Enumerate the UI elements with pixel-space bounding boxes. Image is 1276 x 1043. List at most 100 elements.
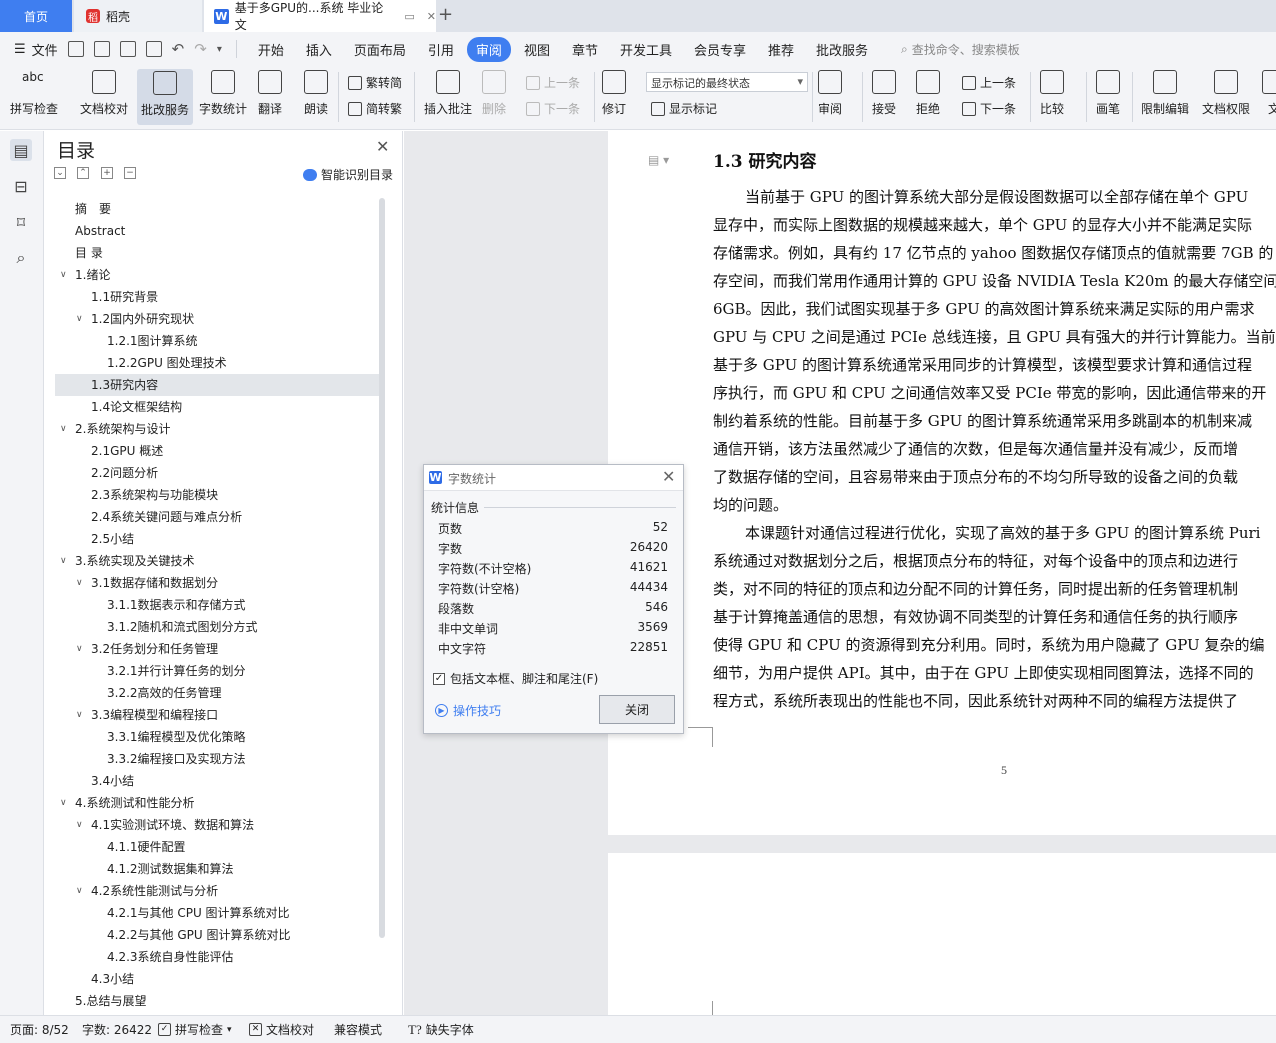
menu-tab-0[interactable]: 开始: [249, 37, 293, 62]
tab-document[interactable]: W 基于多GPU的...系统 毕业论文 ▭ ✕: [204, 0, 436, 32]
print-icon[interactable]: [119, 41, 136, 57]
save-icon[interactable]: [67, 41, 84, 57]
toc-item[interactable]: 3.2.2高效的任务管理: [55, 682, 379, 704]
toc-item[interactable]: 1.3研究内容: [55, 374, 379, 396]
toc-expand-caret-icon[interactable]: ∨: [60, 264, 67, 286]
doc-outline-icon[interactable]: ▤ ▾: [648, 153, 669, 167]
accept-button[interactable]: 接受: [872, 70, 896, 117]
toc-item[interactable]: 3.4小结: [55, 770, 379, 792]
toc-close-icon[interactable]: ✕: [376, 137, 389, 156]
toc-item[interactable]: 4.2.3系统自身性能评估: [55, 946, 379, 968]
track-changes-button[interactable]: 修订: [602, 70, 626, 117]
toc-expand-caret-icon[interactable]: ∨: [60, 550, 67, 572]
export-pdf-icon[interactable]: [93, 41, 110, 57]
toc-item[interactable]: ∨ 3.3编程模型和编程接口: [55, 704, 379, 726]
toc-expand-caret-icon[interactable]: ∨: [76, 638, 83, 660]
menu-tab-6[interactable]: 章节: [563, 37, 607, 62]
compare-button[interactable]: 比较: [1040, 70, 1064, 117]
dialog-close-icon[interactable]: ✕: [662, 467, 675, 486]
bookmark-icon[interactable]: ⌑: [10, 211, 32, 233]
toc-item[interactable]: 3.2.1并行计算任务的划分: [55, 660, 379, 682]
toc-item[interactable]: 1.2.2GPU 图处理技术: [55, 352, 379, 374]
delete-comment-button[interactable]: 删除: [482, 70, 506, 117]
close-button[interactable]: 关闭: [599, 695, 675, 724]
toc-item[interactable]: 4.3小结: [55, 968, 379, 990]
toc-item[interactable]: ∨ 3.1数据存储和数据划分: [55, 572, 379, 594]
toc-item[interactable]: ∨ 4.1实验测试环境、数据和算法: [55, 814, 379, 836]
tab-close-icon[interactable]: ✕: [427, 10, 436, 23]
doc-more-button[interactable]: 文: [1262, 70, 1276, 117]
insert-comment-button[interactable]: 插入批注: [424, 70, 472, 117]
smart-toc-button[interactable]: 智能识别目录: [303, 166, 393, 183]
next-change-button[interactable]: 下一条: [962, 100, 1016, 117]
status-doc-proof[interactable]: ✕ 文档校对: [249, 1021, 314, 1038]
toc-expand-caret-icon[interactable]: ∨: [76, 814, 83, 836]
menu-tab-2[interactable]: 页面布局: [345, 37, 415, 62]
prev-change-button[interactable]: 上一条: [962, 74, 1016, 91]
pen-button[interactable]: 画笔: [1096, 70, 1120, 117]
toc-item[interactable]: 5.总结与展望: [55, 990, 379, 1012]
menu-tab-9[interactable]: 推荐: [759, 37, 803, 62]
file-menu[interactable]: ☰ 文件: [14, 40, 58, 59]
toc-expand-caret-icon[interactable]: ∨: [76, 880, 83, 902]
toc-item[interactable]: 3.1.2随机和流式图划分方式: [55, 616, 379, 638]
document-page[interactable]: ▤ ▾ 1.3 研究内容 当前基于 GPU 的图计算系统大部分是假设图数据可以全…: [608, 131, 1276, 835]
read-aloud-button[interactable]: 朗读: [304, 70, 328, 117]
toc-expand-caret-icon[interactable]: ∨: [76, 704, 83, 726]
review-service-button[interactable]: 批改服务: [137, 69, 194, 125]
markup-state-select[interactable]: 显示标记的最终状态: [646, 72, 808, 92]
missing-fonts-button[interactable]: T? 缺失字体: [408, 1021, 474, 1038]
include-textbox-checkbox[interactable]: ✓ 包括文本框、脚注和尾注(F): [433, 670, 598, 687]
menu-tab-8[interactable]: 会员专享: [685, 37, 755, 62]
show-markup-button[interactable]: 显示标记: [651, 100, 717, 117]
toc-expand-caret-icon[interactable]: ∨: [76, 308, 83, 330]
quick-access-more-icon[interactable]: ▾: [217, 44, 222, 55]
toc-scrollbar[interactable]: [379, 198, 385, 938]
menu-tab-4[interactable]: 审阅: [466, 36, 511, 62]
word-count-indicator[interactable]: 字数: 26422: [82, 1021, 152, 1038]
toc-expand-caret-icon[interactable]: ∨: [60, 418, 67, 440]
toc-item[interactable]: 3.1.1数据表示和存储方式: [55, 594, 379, 616]
chapter-nav-icon[interactable]: ⊟: [10, 175, 32, 197]
toc-item[interactable]: 3.3.1编程模型及优化策略: [55, 726, 379, 748]
menu-tab-1[interactable]: 插入: [297, 37, 341, 62]
word-count-button[interactable]: 字数统计: [199, 70, 247, 117]
doc-permission-button[interactable]: 文档权限: [1202, 70, 1250, 117]
toc-icon[interactable]: ▤: [10, 139, 32, 161]
toc-item[interactable]: ∨ 1.2国内外研究现状: [55, 308, 379, 330]
prev-comment-button[interactable]: 上一条: [526, 74, 580, 91]
doc-proof-button[interactable]: 文档校对: [80, 70, 128, 117]
window-float-icon[interactable]: ▭: [404, 10, 414, 23]
menu-tab-10[interactable]: 批改服务: [807, 37, 877, 62]
dialog-titlebar[interactable]: W 字数统计 ✕: [424, 465, 683, 491]
toc-item[interactable]: 2.3系统架构与功能模块: [55, 484, 379, 506]
toc-item[interactable]: ∨ 2.系统架构与设计: [55, 418, 379, 440]
simp-to-trad-button[interactable]: 简转繁: [348, 100, 402, 117]
command-search[interactable]: ⌕ 查找命令、搜索模板: [901, 41, 1020, 58]
new-tab-icon[interactable]: +: [438, 4, 453, 25]
toc-collapse-icon[interactable]: ⌃: [77, 167, 89, 179]
toc-item[interactable]: 2.1GPU 概述: [55, 440, 379, 462]
redo-icon[interactable]: ↷: [194, 40, 207, 58]
status-spell-check[interactable]: ✓ 拼写检查 ▾: [158, 1021, 232, 1038]
tab-daoke[interactable]: 稻 稻壳: [74, 0, 202, 32]
menu-tab-3[interactable]: 引用: [419, 37, 463, 62]
toc-item[interactable]: 4.1.2测试数据集和算法: [55, 858, 379, 880]
toc-item[interactable]: ∨ 4.系统测试和性能分析: [55, 792, 379, 814]
toc-add-icon[interactable]: +: [101, 167, 113, 179]
document-page[interactable]: [608, 853, 1276, 1015]
toc-item[interactable]: 2.4系统关键问题与难点分析: [55, 506, 379, 528]
toc-remove-icon[interactable]: −: [124, 167, 136, 179]
find-icon[interactable]: ⌕: [10, 247, 32, 269]
review-pane-button[interactable]: 审阅: [818, 70, 842, 117]
toc-item[interactable]: Abstract: [55, 220, 379, 242]
toc-item[interactable]: ∨ 3.系统实现及关键技术: [55, 550, 379, 572]
translate-button[interactable]: 翻译: [258, 70, 282, 117]
toc-item[interactable]: ∨ 4.2系统性能测试与分析: [55, 880, 379, 902]
toc-item[interactable]: 1.4论文框架结构: [55, 396, 379, 418]
toc-item[interactable]: ∨ 3.2任务划分和任务管理: [55, 638, 379, 660]
next-comment-button[interactable]: 下一条: [526, 100, 580, 117]
toc-item[interactable]: 1.1研究背景: [55, 286, 379, 308]
toc-item[interactable]: 摘 要: [55, 198, 379, 220]
tab-home[interactable]: 首页: [0, 0, 72, 32]
